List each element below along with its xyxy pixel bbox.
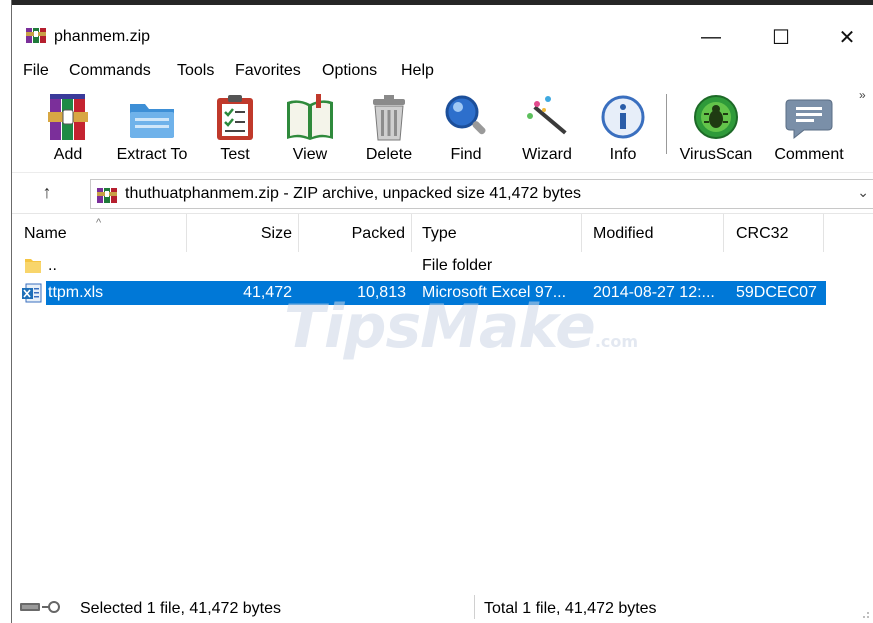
status-total-text: Total 1 file, 41,472 bytes bbox=[484, 600, 657, 617]
test-button[interactable]: Test bbox=[204, 86, 266, 170]
table-row-parent-folder[interactable]: .. File folder bbox=[12, 254, 873, 278]
virus-scan-icon bbox=[694, 95, 738, 139]
wizard-wand-icon bbox=[527, 96, 567, 135]
info-label: Info bbox=[609, 146, 637, 163]
archive-path-field[interactable]: thuthuatphanmem.zip - ZIP archive, unpac… bbox=[90, 179, 873, 209]
minimize-button[interactable]: — bbox=[688, 19, 734, 55]
watermark-text: TipsMake bbox=[284, 292, 596, 362]
info-icon bbox=[601, 95, 645, 139]
column-size-label: Size bbox=[260, 225, 292, 242]
column-modified-label: Modified bbox=[593, 225, 654, 242]
up-folder-button[interactable]: ↑ bbox=[34, 178, 60, 206]
wizard-label: Wizard bbox=[522, 146, 572, 163]
winrar-app-icon bbox=[26, 28, 46, 43]
delete-label: Delete bbox=[365, 146, 413, 163]
row-crc32: 59DCEC07 bbox=[736, 284, 817, 301]
column-name-label: Name bbox=[24, 225, 67, 242]
zip-archive-icon bbox=[97, 188, 117, 203]
toolbar-overflow-button[interactable]: » bbox=[859, 88, 866, 102]
magnifier-icon bbox=[445, 95, 486, 135]
add-button[interactable]: Add bbox=[36, 86, 100, 170]
file-list: Name ^ Size Packed Type Modified CRC32 .… bbox=[12, 213, 873, 592]
winrar-window: phanmem.zip — ☐ ✕ File Commands Tools Fa… bbox=[11, 0, 873, 623]
column-modified[interactable]: Modified bbox=[582, 214, 724, 252]
row-name: .. bbox=[48, 257, 57, 274]
window-title: phanmem.zip bbox=[54, 28, 151, 45]
column-packed[interactable]: Packed bbox=[299, 214, 412, 252]
excel-file-icon bbox=[22, 283, 42, 303]
archive-path-text: thuthuatphanmem.zip - ZIP archive, unpac… bbox=[125, 185, 581, 202]
comment-button[interactable]: Comment bbox=[767, 86, 851, 170]
menu-file[interactable]: File bbox=[23, 62, 49, 80]
folder-icon bbox=[25, 259, 41, 273]
row-name: ttpm.xls bbox=[48, 284, 104, 301]
view-book-icon bbox=[287, 94, 333, 140]
trash-icon bbox=[373, 95, 405, 141]
close-button[interactable]: ✕ bbox=[824, 19, 870, 55]
watermark-suffix: .com bbox=[594, 332, 639, 351]
status-divider bbox=[474, 595, 475, 619]
status-bar: Selected 1 file, 41,472 bytes Total 1 fi… bbox=[12, 591, 873, 623]
view-button[interactable]: View bbox=[277, 86, 343, 170]
view-label: View bbox=[292, 146, 328, 163]
column-size[interactable]: Size bbox=[187, 214, 299, 252]
test-clipboard-icon bbox=[217, 95, 253, 140]
menu-tools[interactable]: Tools bbox=[177, 62, 214, 80]
status-selected-text: Selected 1 file, 41,472 bytes bbox=[80, 600, 282, 617]
menu-options[interactable]: Options bbox=[322, 62, 377, 80]
toolbar: Add Extract To Test View Delete Find Wiz… bbox=[12, 86, 873, 173]
extract-to-label: Extract To bbox=[116, 146, 188, 163]
menu-favorites[interactable]: Favorites bbox=[235, 62, 301, 80]
test-label: Test bbox=[220, 146, 250, 163]
sort-ascending-icon: ^ bbox=[96, 217, 102, 229]
add-archive-icon bbox=[48, 94, 88, 140]
toolbar-separator bbox=[666, 94, 667, 154]
column-type[interactable]: Type bbox=[412, 214, 582, 252]
virusscan-button[interactable]: VirusScan bbox=[676, 86, 756, 170]
title-bar: phanmem.zip — ☐ ✕ bbox=[12, 5, 873, 58]
column-type-label: Type bbox=[422, 225, 457, 242]
comment-icon bbox=[785, 99, 833, 140]
find-label: Find bbox=[450, 146, 482, 163]
row-type: File folder bbox=[422, 257, 493, 274]
menu-bar: File Commands Tools Favorites Options He… bbox=[12, 58, 873, 84]
menu-commands[interactable]: Commands bbox=[69, 62, 151, 80]
column-crc32[interactable]: CRC32 bbox=[724, 214, 824, 252]
extract-folder-icon bbox=[130, 104, 174, 138]
column-name[interactable]: Name ^ bbox=[12, 214, 187, 252]
find-button[interactable]: Find bbox=[436, 86, 496, 170]
drive-key-icon bbox=[20, 601, 60, 613]
wizard-button[interactable]: Wizard bbox=[512, 86, 582, 170]
menu-help[interactable]: Help bbox=[401, 62, 434, 80]
add-label: Add bbox=[53, 146, 83, 163]
tipsmake-watermark: TipsMake.com bbox=[284, 292, 638, 362]
column-crc32-label: CRC32 bbox=[736, 225, 789, 242]
virusscan-label: VirusScan bbox=[679, 146, 753, 163]
comment-label: Comment bbox=[774, 146, 844, 163]
column-packed-label: Packed bbox=[351, 225, 405, 242]
maximize-button[interactable]: ☐ bbox=[758, 19, 804, 55]
chevron-down-icon[interactable]: ⌄ bbox=[857, 184, 869, 201]
info-button[interactable]: Info bbox=[596, 86, 650, 170]
address-bar: ↑ thuthuatphanmem.zip - ZIP archive, unp… bbox=[12, 172, 873, 212]
extract-to-button[interactable]: Extract To bbox=[110, 86, 194, 170]
delete-button[interactable]: Delete bbox=[357, 86, 421, 170]
resize-grip-icon[interactable] bbox=[860, 609, 870, 619]
